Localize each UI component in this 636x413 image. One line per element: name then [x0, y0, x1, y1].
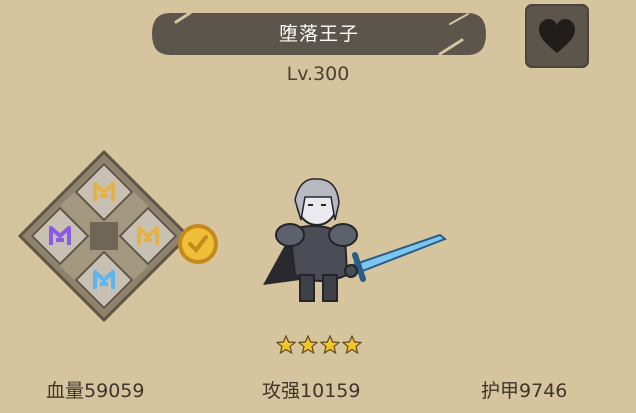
star-icon	[342, 335, 362, 355]
stat-hp-label: 血量	[46, 380, 85, 402]
stat-atk-value: 10159	[300, 380, 361, 402]
stat-hp-value: 59059	[84, 380, 145, 402]
stat-hp: 血量59059	[46, 376, 144, 403]
hero-name-banner: 堕落王子	[150, 10, 488, 58]
star-rating	[276, 335, 362, 355]
star-icon	[320, 335, 340, 355]
rune-board	[17, 149, 218, 323]
star-icon	[298, 335, 318, 355]
stat-def-value: 9746	[519, 380, 568, 402]
stat-atk: 攻强10159	[262, 376, 360, 403]
stat-def-label: 护甲	[481, 380, 520, 402]
stat-def: 护甲9746	[481, 376, 567, 403]
rune-slot-center[interactable]	[90, 222, 118, 250]
hero-character	[263, 178, 447, 302]
favorite-button[interactable]	[525, 4, 589, 68]
star-icon	[276, 335, 296, 355]
heart-icon	[539, 19, 575, 53]
gold-coin-icon[interactable]	[178, 224, 218, 264]
stat-atk-label: 攻强	[262, 380, 301, 402]
hero-name: 堕落王子	[278, 23, 359, 45]
hero-level: Lv.300	[286, 63, 350, 85]
